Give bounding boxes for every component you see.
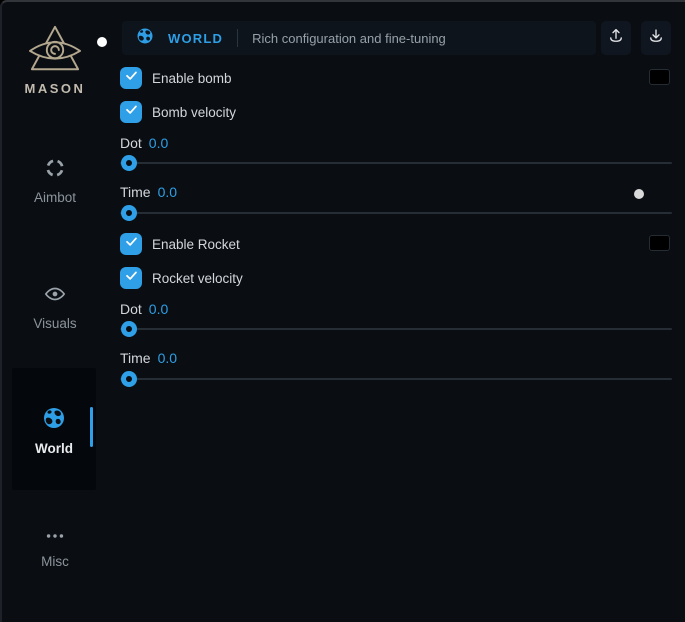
globe-icon xyxy=(42,406,66,433)
rocket-velocity-checkbox[interactable] xyxy=(120,267,142,289)
cursor-dot xyxy=(97,37,107,47)
slider-track xyxy=(120,212,672,214)
sidebar-item-label: Visuals xyxy=(33,316,76,331)
rocket-time-label: Time 0.0 xyxy=(120,350,177,366)
rocket-dot-label: Dot 0.0 xyxy=(120,301,168,317)
slider-track xyxy=(120,162,672,164)
brand-logo: MASON xyxy=(2,24,108,96)
crosshair-icon xyxy=(44,157,66,182)
slider-track xyxy=(120,378,672,380)
sidebar-item-label: World xyxy=(35,441,73,456)
rocket-time-value: 0.0 xyxy=(158,350,177,366)
bomb-dot-slider[interactable] xyxy=(120,155,672,171)
enable-rocket-checkbox[interactable] xyxy=(120,233,142,255)
eye-icon xyxy=(44,283,66,308)
enable-bomb-checkbox[interactable] xyxy=(120,67,142,89)
page-title: WORLD xyxy=(168,31,223,46)
download-icon xyxy=(647,27,665,50)
sidebar-item-label: Misc xyxy=(41,554,69,569)
bomb-time-value: 0.0 xyxy=(158,184,177,200)
slider-thumb[interactable] xyxy=(121,205,137,221)
page-subtitle: Rich configuration and fine-tuning xyxy=(252,31,446,46)
import-config-button[interactable] xyxy=(601,21,631,55)
bomb-color-swatch[interactable] xyxy=(649,69,670,85)
checkmark-icon xyxy=(124,234,139,254)
rocket-dot-slider[interactable] xyxy=(120,321,672,337)
checkmark-icon xyxy=(124,102,139,122)
bomb-velocity-row: Bomb velocity xyxy=(120,101,236,123)
checkmark-icon xyxy=(124,68,139,88)
rocket-dot-value: 0.0 xyxy=(149,301,168,317)
sidebar-item-world[interactable]: World xyxy=(12,368,96,490)
export-config-button[interactable] xyxy=(641,21,671,55)
slider-track xyxy=(120,328,672,330)
upload-icon xyxy=(607,27,625,50)
bomb-velocity-label: Bomb velocity xyxy=(152,105,236,120)
enable-rocket-label: Enable Rocket xyxy=(152,237,240,252)
sidebar-item-label: Aimbot xyxy=(34,190,76,205)
sidebar-item-visuals[interactable]: Visuals xyxy=(2,283,108,331)
slider-thumb[interactable] xyxy=(121,155,137,171)
slider-thumb[interactable] xyxy=(121,371,137,387)
header-divider xyxy=(237,29,238,47)
page-header: WORLD Rich configuration and fine-tuning xyxy=(122,21,596,55)
enable-bomb-row: Enable bomb xyxy=(120,67,232,89)
rocket-velocity-row: Rocket velocity xyxy=(120,267,243,289)
rocket-time-slider[interactable] xyxy=(120,371,672,387)
bomb-time-label: Time 0.0 xyxy=(120,184,177,200)
rocket-color-swatch[interactable] xyxy=(649,235,670,251)
bomb-dot-label: Dot 0.0 xyxy=(120,135,168,151)
rocket-velocity-label: Rocket velocity xyxy=(152,271,243,286)
globe-icon xyxy=(136,27,154,50)
cursor-dot xyxy=(634,189,644,199)
enable-bomb-label: Enable bomb xyxy=(152,71,232,86)
ellipsis-icon xyxy=(44,529,66,546)
bomb-time-slider[interactable] xyxy=(120,205,672,221)
brand-name: MASON xyxy=(2,81,108,96)
sidebar-item-aimbot[interactable]: Aimbot xyxy=(2,157,108,205)
checkmark-icon xyxy=(124,268,139,288)
mason-eye-triangle-logo-icon xyxy=(2,24,108,76)
sidebar-item-misc[interactable]: Misc xyxy=(2,529,108,569)
bomb-dot-value: 0.0 xyxy=(149,135,168,151)
slider-thumb[interactable] xyxy=(121,321,137,337)
bomb-velocity-checkbox[interactable] xyxy=(120,101,142,123)
app-window: MASON Aimbot Visuals xyxy=(0,0,685,622)
enable-rocket-row: Enable Rocket xyxy=(120,233,240,255)
active-tab-indicator xyxy=(90,407,93,447)
